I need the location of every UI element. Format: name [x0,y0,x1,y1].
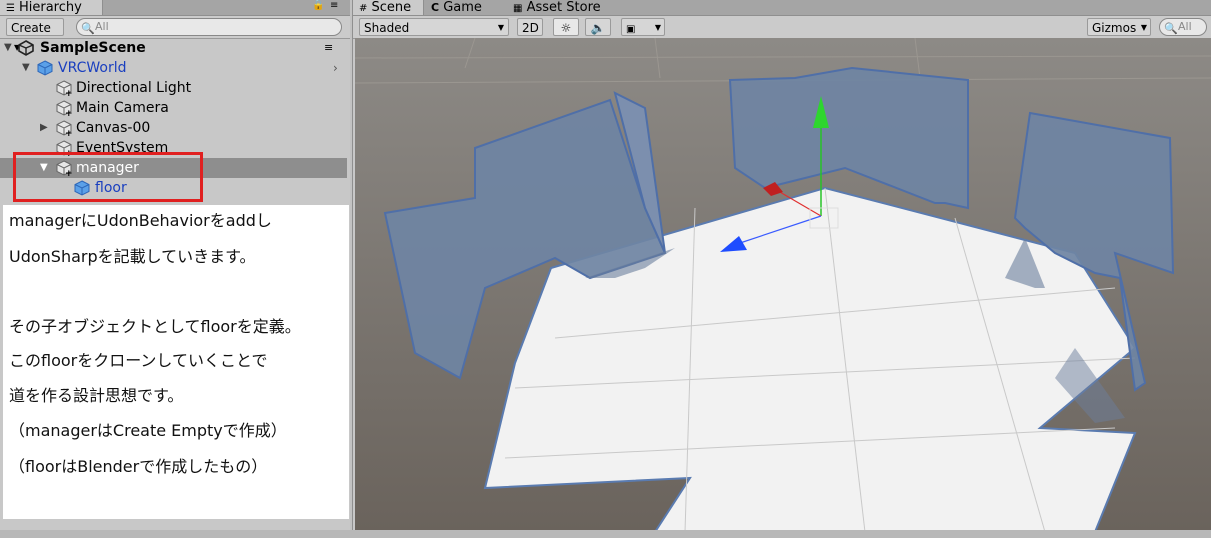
tab-game[interactable]: C Game [425,0,488,15]
scene-root-row[interactable]: ▼ SampleScene ≡ [0,38,347,58]
hierarchy-toolbar: Create ▼ 🔍 All [0,16,350,52]
gizmos-label: Gizmos [1092,21,1137,35]
search-icon: 🔍 [1164,22,1178,35]
tab-hierarchy-label: Hierarchy [18,0,82,15]
store-icon: ▦ [513,3,523,14]
tree-item-canvas[interactable]: ▶ + Canvas-00 [0,118,347,138]
dropdown-arrow-icon: ▼ [1140,23,1147,32]
shading-mode-label: Shaded [364,21,410,35]
svg-text:+: + [65,109,72,116]
sun-icon: ☼ [560,21,572,35]
effects-dropdown[interactable]: ▣ ▼ [621,18,665,36]
hierarchy-panel: ☰ Hierarchy 🔒 ≡ Create ▼ 🔍 All ▼ SampleSc… [0,0,350,538]
create-label: Create [11,21,51,35]
note-line: このfloorをクローンしていくことで [9,351,268,370]
tree-item-label: VRCWorld [58,60,127,76]
gameobject-cube-icon: + [56,100,72,116]
tab-game-label: Game [443,0,482,15]
annotation-note: managerにUdonBehaviorをaddし UdonSharpを記載して… [3,205,349,519]
scene-tab-bar: # Scene C Game ▦ Asset Store [353,0,1211,16]
note-line: 道を作る設計思想です。 [9,386,184,405]
gizmos-dropdown[interactable]: Gizmos ▼ [1087,18,1151,36]
search-placeholder: All [95,20,109,33]
scene-render [355,38,1211,532]
tab-hierarchy[interactable]: ☰ Hierarchy [0,0,103,15]
audio-toggle[interactable]: 🔈 [585,18,611,36]
note-line: UdonSharpを記載していきます。 [9,247,256,266]
scene-tab-icon: # [359,3,368,14]
scene-viewport[interactable] [355,38,1211,532]
scene-menu-icon[interactable]: ≡ [324,38,333,58]
tree-item-label: Canvas-00 [76,120,151,136]
scene-search-input[interactable]: 🔍 All [1159,18,1207,36]
scene-panel: # Scene C Game ▦ Asset Store Shaded ▼ 2D… [352,0,1211,538]
dropdown-arrow-icon: ▼ [654,23,661,32]
expand-arrow-icon[interactable]: ▼ [4,38,12,58]
hierarchy-tab-bar: ☰ Hierarchy 🔒 ≡ [0,0,350,16]
tab-scene-label: Scene [371,0,412,15]
tab-asset-store[interactable]: ▦ Asset Store [507,0,607,15]
chevron-right-icon[interactable]: › [333,58,338,78]
toggle-2d-label: 2D [522,21,539,35]
tree-item-vrcworld[interactable]: ▼ VRCWorld › [0,58,347,78]
svg-text:+: + [65,129,72,136]
unity-logo-icon [18,40,34,56]
prefab-cube-icon [37,60,53,76]
expand-arrow-icon[interactable]: ▼ [22,58,30,78]
lock-icon[interactable]: 🔒 [312,0,324,11]
tree-item-main-camera[interactable]: + Main Camera [0,98,347,118]
status-bar [0,530,1211,538]
tree-item-label: Directional Light [76,80,192,96]
note-line: （managerはCreate Emptyで作成） [9,421,287,440]
dropdown-arrow-icon: ▼ [497,23,504,32]
highlight-box [13,152,203,202]
gameobject-cube-icon: + [56,80,72,96]
note-line: managerにUdonBehaviorをaddし [9,211,272,230]
pacman-icon: C [431,1,440,14]
svg-text:+: + [65,89,72,96]
scene-toolbar: Shaded ▼ 2D ☼ 🔈 ▣ ▼ Gizmos ▼ 🔍 All [353,16,1211,39]
collapse-arrow-icon[interactable]: ▶ [40,118,48,138]
shading-mode-dropdown[interactable]: Shaded ▼ [359,18,509,36]
tree-item-label: Main Camera [76,100,169,116]
create-dropdown[interactable]: Create ▼ [6,18,64,52]
search-icon: 🔍 [81,22,95,35]
note-line: その子オブジェクトとしてfloorを定義。 [9,317,301,336]
note-line: （floorはBlenderで作成したもの） [9,457,268,476]
toggle-2d-button[interactable]: 2D [517,18,543,36]
lighting-toggle[interactable]: ☼ [553,18,579,36]
scene-search-placeholder: All [1178,20,1192,33]
panel-menu-icon[interactable]: ≡ [330,0,338,11]
speaker-icon: 🔈 [590,21,606,35]
tab-asset-store-label: Asset Store [526,0,601,15]
hierarchy-search-input[interactable]: 🔍 All [76,18,342,36]
tab-scene[interactable]: # Scene [353,0,424,15]
tree-item-directional-light[interactable]: + Directional Light [0,78,347,98]
image-icon: ▣ [626,24,636,35]
gameobject-cube-icon: + [56,120,72,136]
scene-name: SampleScene [40,40,146,56]
list-icon: ☰ [6,3,15,14]
